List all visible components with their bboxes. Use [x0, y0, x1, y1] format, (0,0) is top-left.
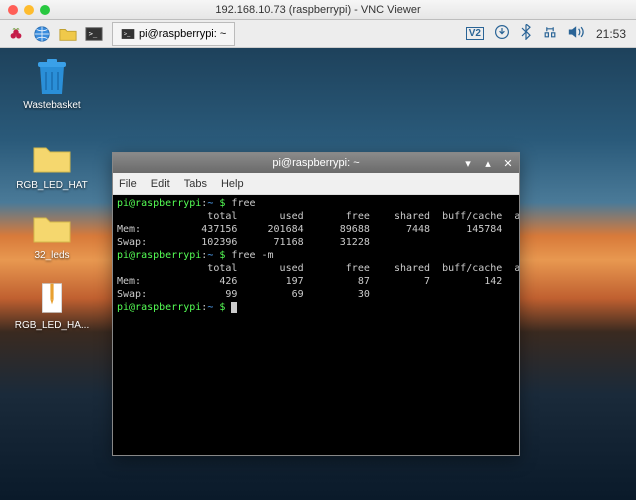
terminal-minimize-icon[interactable]: ▾: [461, 157, 475, 170]
desktop-icon-32-leds[interactable]: 32_leds: [14, 208, 90, 261]
taskbar-clock[interactable]: 21:53: [596, 27, 626, 41]
terminal-menu-tabs[interactable]: Tabs: [184, 178, 207, 190]
desktop-icon-wastebasket[interactable]: Wastebasket: [14, 58, 90, 111]
raspberry-menu-icon[interactable]: [4, 22, 28, 46]
desktop-icon-label: Wastebasket: [23, 100, 80, 111]
traffic-lights: [8, 5, 50, 15]
desktop-icon-label: RGB_LED_HAT: [16, 180, 88, 191]
trash-icon: [32, 58, 72, 98]
terminal-body[interactable]: pi@raspberrypi:~ $ free total used free …: [113, 195, 519, 455]
volume-tray-icon[interactable]: [568, 25, 586, 42]
desktop-icon-rgb-led-hat[interactable]: RGB_LED_HAT: [14, 138, 90, 191]
terminal-menu-file[interactable]: File: [119, 178, 137, 190]
network-tray-icon[interactable]: [542, 25, 558, 42]
desktop-icon-rgb-led-ha[interactable]: RGB_LED_HA...: [14, 278, 90, 331]
terminal-launcher-icon[interactable]: >_: [82, 22, 106, 46]
close-button[interactable]: [8, 5, 18, 15]
window-title: 192.168.10.73 (raspberrypi) - VNC Viewer: [0, 4, 636, 16]
macos-titlebar: 192.168.10.73 (raspberrypi) - VNC Viewer: [0, 0, 636, 20]
archive-icon: [32, 278, 72, 318]
taskbar-app-label: pi@raspberrypi: ~: [139, 28, 226, 40]
terminal-menu-edit[interactable]: Edit: [151, 178, 170, 190]
terminal-menu-help[interactable]: Help: [221, 178, 244, 190]
raspbian-taskbar: >_ >_ pi@raspberrypi: ~ V2 21:53: [0, 20, 636, 48]
svg-text:>_: >_: [124, 31, 131, 37]
file-manager-icon[interactable]: [56, 22, 80, 46]
vnc-tray-icon[interactable]: V2: [466, 27, 484, 40]
terminal-window: pi@raspberrypi: ~ ▾ ▴ ✕ File Edit Tabs Help…: [112, 152, 520, 456]
folder-icon: [32, 208, 72, 248]
desktop-icon-label: RGB_LED_HA...: [15, 320, 89, 331]
zoom-button[interactable]: [40, 5, 50, 15]
terminal-titlebar[interactable]: pi@raspberrypi: ~ ▾ ▴ ✕: [113, 153, 519, 173]
terminal-title: pi@raspberrypi: ~: [113, 157, 519, 169]
bluetooth-tray-icon[interactable]: [520, 24, 532, 43]
vnc-content: >_ >_ pi@raspberrypi: ~ V2 21:53 Wa: [0, 20, 636, 500]
svg-text:>_: >_: [89, 28, 98, 37]
download-tray-icon[interactable]: [494, 24, 510, 43]
web-browser-icon[interactable]: [30, 22, 54, 46]
desktop-icon-label: 32_leds: [34, 250, 69, 261]
terminal-maximize-icon[interactable]: ▴: [481, 157, 495, 170]
minimize-button[interactable]: [24, 5, 34, 15]
folder-icon: [32, 138, 72, 178]
taskbar-app-terminal[interactable]: >_ pi@raspberrypi: ~: [112, 22, 235, 46]
terminal-menubar: File Edit Tabs Help: [113, 173, 519, 195]
terminal-close-icon[interactable]: ✕: [501, 157, 515, 170]
